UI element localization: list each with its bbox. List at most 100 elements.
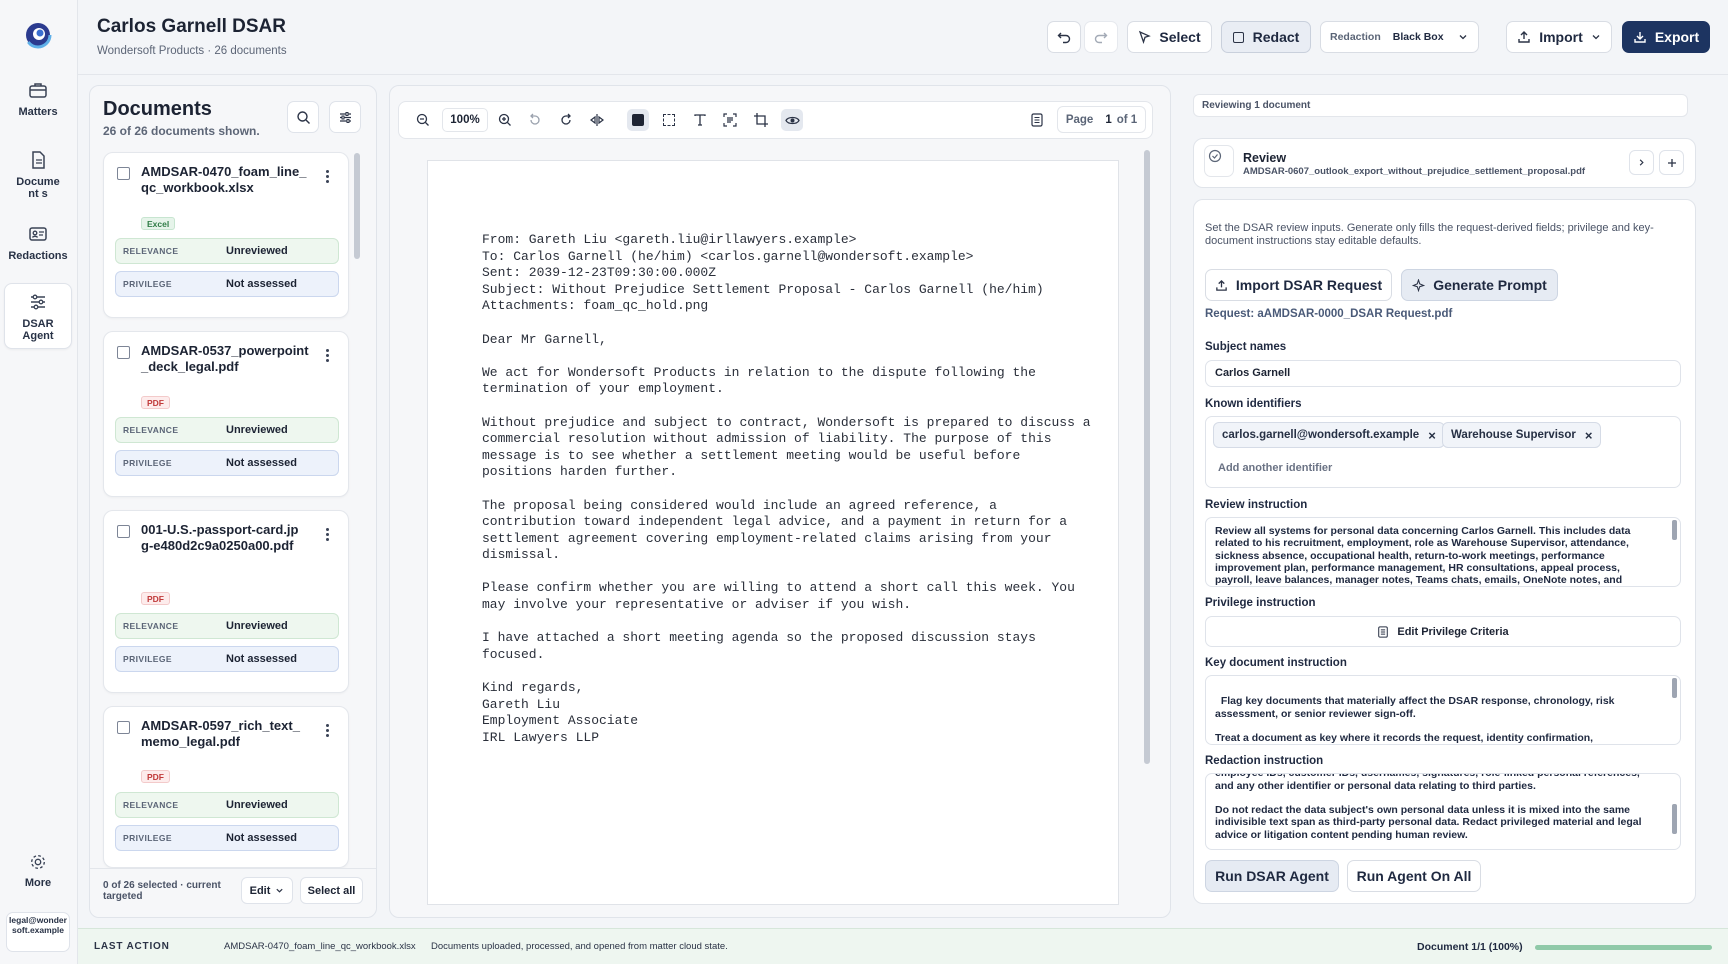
add-review-button[interactable] xyxy=(1659,150,1684,175)
document-card[interactable]: AMDSAR-0597_rich_text_memo_legal.pdf PDF… xyxy=(103,706,349,868)
chevron-down-icon xyxy=(1592,35,1600,40)
next-document-button[interactable] xyxy=(1629,150,1654,175)
import-button[interactable]: Import xyxy=(1506,21,1612,53)
square-icon xyxy=(1232,31,1244,43)
filled-square-icon xyxy=(632,114,644,126)
redaction-style-value: Black Box xyxy=(1392,31,1444,43)
more-options-icon[interactable] xyxy=(326,349,330,364)
identifier-value: carlos.garnell@wondersoft.example xyxy=(1222,429,1420,441)
rotate-left-icon xyxy=(530,113,540,125)
run-agent-on-all-button[interactable]: Run Agent On All xyxy=(1347,860,1481,892)
chevron-down-icon xyxy=(1459,35,1467,40)
document-card[interactable]: 001-U.S.-passport-card.jpg-e480d2c9a0250… xyxy=(103,510,349,693)
nav-dsar-agent[interactable]: DSAR Agent xyxy=(4,283,72,349)
document-checkbox[interactable] xyxy=(117,525,130,538)
generate-prompt-button[interactable]: Generate Prompt xyxy=(1401,269,1558,301)
filter-sliders-icon xyxy=(339,111,351,123)
preview-toggle[interactable] xyxy=(781,109,803,131)
rotate-left-button[interactable] xyxy=(524,109,546,131)
redaction-instruction-textarea[interactable]: employee IDs, customer IDs, usernames, s… xyxy=(1205,773,1681,850)
zoom-level[interactable]: 100% xyxy=(442,108,488,132)
import-dsar-request-button[interactable]: Import DSAR Request xyxy=(1205,269,1392,301)
more-options-icon[interactable] xyxy=(326,170,330,185)
redo-button[interactable] xyxy=(1084,21,1118,53)
undo-button[interactable] xyxy=(1047,21,1081,53)
crop-tool[interactable] xyxy=(750,109,772,131)
user-badge[interactable]: legal@wondersoft.example xyxy=(6,912,70,952)
privilege-status[interactable]: PRIVILEGE Not assessed xyxy=(115,450,339,476)
select-tool-button[interactable]: Select xyxy=(1127,21,1212,53)
textarea-scrollbar[interactable] xyxy=(1672,804,1677,834)
document-checkbox[interactable] xyxy=(117,167,130,180)
filter-button[interactable] xyxy=(329,101,361,133)
document-name[interactable]: AMDSAR-0470_foam_line_qc_workbook.xlsx xyxy=(141,164,311,196)
privilege-status[interactable]: PRIVILEGE Not assessed xyxy=(115,646,339,672)
page-indicator[interactable]: Page 1 of 1 xyxy=(1057,106,1146,133)
nav-more[interactable]: More xyxy=(4,853,72,893)
identifier-chip[interactable]: Warehouse Supervisor × xyxy=(1442,422,1602,448)
privilege-status[interactable]: PRIVILEGE Not assessed xyxy=(115,825,339,851)
document-list-scrollbar[interactable] xyxy=(354,153,360,259)
privilege-status[interactable]: PRIVILEGE Not assessed xyxy=(115,271,339,297)
undo-icon xyxy=(1057,32,1071,44)
flip-button[interactable] xyxy=(586,109,608,131)
upload-icon xyxy=(1518,31,1530,43)
textarea-scrollbar[interactable] xyxy=(1672,678,1677,698)
app-logo[interactable] xyxy=(24,21,52,49)
relevance-status[interactable]: RELEVANCE Unreviewed xyxy=(115,613,339,639)
document-card[interactable]: AMDSAR-0470_foam_line_qc_workbook.xlsx E… xyxy=(103,152,349,318)
box-redact-tool[interactable] xyxy=(627,109,649,131)
document-card[interactable]: AMDSAR-0537_powerpoint_deck_legal.pdf PD… xyxy=(103,331,349,497)
ocr-scan-tool[interactable] xyxy=(719,109,741,131)
viewer-scrollbar[interactable] xyxy=(1144,150,1150,764)
search-button[interactable] xyxy=(287,101,319,133)
document-checkbox[interactable] xyxy=(117,721,130,734)
nav-documents[interactable]: Document s xyxy=(4,150,72,206)
run-dsar-agent-button[interactable]: Run DSAR Agent xyxy=(1205,860,1339,892)
last-action-label: LAST ACTION xyxy=(94,941,170,952)
more-options-icon[interactable] xyxy=(326,528,330,543)
nav-label: Matters xyxy=(18,106,58,118)
zoom-in-button[interactable] xyxy=(494,109,516,131)
close-icon[interactable]: × xyxy=(1428,429,1436,442)
edit-privilege-label: Edit Privilege Criteria xyxy=(1397,625,1509,638)
selection-status: 0 of 26 selected · current targeted xyxy=(103,880,221,902)
add-identifier-input[interactable]: Add another identifier xyxy=(1218,462,1332,474)
export-button[interactable]: Export xyxy=(1622,21,1710,53)
area-select-tool[interactable] xyxy=(658,109,680,131)
more-options-icon[interactable] xyxy=(326,724,330,739)
edit-menu-button[interactable]: Edit xyxy=(241,877,293,904)
dashed-square-icon xyxy=(663,114,675,126)
redaction-style-select[interactable]: Redaction Black Box xyxy=(1320,21,1479,53)
document-name[interactable]: 001-U.S.-passport-card.jpg-e480d2c9a0250… xyxy=(141,522,306,554)
textarea-scrollbar[interactable] xyxy=(1672,520,1677,540)
select-all-button[interactable]: Select all xyxy=(300,877,363,904)
nav-matters[interactable]: Matters xyxy=(4,80,72,130)
document-body-text[interactable]: From: Gareth Liu <gareth.liu@irllawyers.… xyxy=(482,232,1091,746)
document-info-button[interactable] xyxy=(1026,109,1048,131)
document-checkbox[interactable] xyxy=(117,346,130,359)
rotate-right-button[interactable] xyxy=(555,109,577,131)
edit-privilege-criteria-button[interactable]: Edit Privilege Criteria xyxy=(1205,616,1681,647)
privilege-instruction-label: Privilege instruction xyxy=(1205,597,1316,609)
plus-icon xyxy=(1667,158,1676,167)
relevance-status[interactable]: RELEVANCE Unreviewed xyxy=(115,792,339,818)
relevance-status[interactable]: RELEVANCE Unreviewed xyxy=(115,417,339,443)
close-icon[interactable]: × xyxy=(1585,429,1593,442)
zoom-out-button[interactable] xyxy=(412,109,434,131)
generate-prompt-label: Generate Prompt xyxy=(1433,277,1547,293)
last-action-text: Documents uploaded, processed, and opene… xyxy=(431,941,728,952)
identifier-chip[interactable]: carlos.garnell@wondersoft.example × xyxy=(1213,422,1445,448)
subject-names-input[interactable]: Carlos Garnell xyxy=(1205,360,1681,387)
page-subtitle: Wondersoft Products · 26 documents xyxy=(97,45,287,57)
zoom-in-icon xyxy=(498,113,511,126)
relevance-status[interactable]: RELEVANCE Unreviewed xyxy=(115,238,339,264)
document-name[interactable]: AMDSAR-0597_rich_text_memo_legal.pdf xyxy=(141,718,311,750)
redact-tool-button[interactable]: Redact xyxy=(1221,21,1311,53)
review-instruction-textarea[interactable]: Review all systems for personal data con… xyxy=(1205,517,1681,587)
key-document-textarea[interactable]: Flag key documents that materially affec… xyxy=(1205,675,1681,745)
key-document-text: Flag key documents that materially affec… xyxy=(1215,695,1615,745)
nav-redactions[interactable]: Redactions xyxy=(4,224,72,268)
document-name[interactable]: AMDSAR-0537_powerpoint_deck_legal.pdf xyxy=(141,343,311,375)
text-tool[interactable] xyxy=(689,109,711,131)
